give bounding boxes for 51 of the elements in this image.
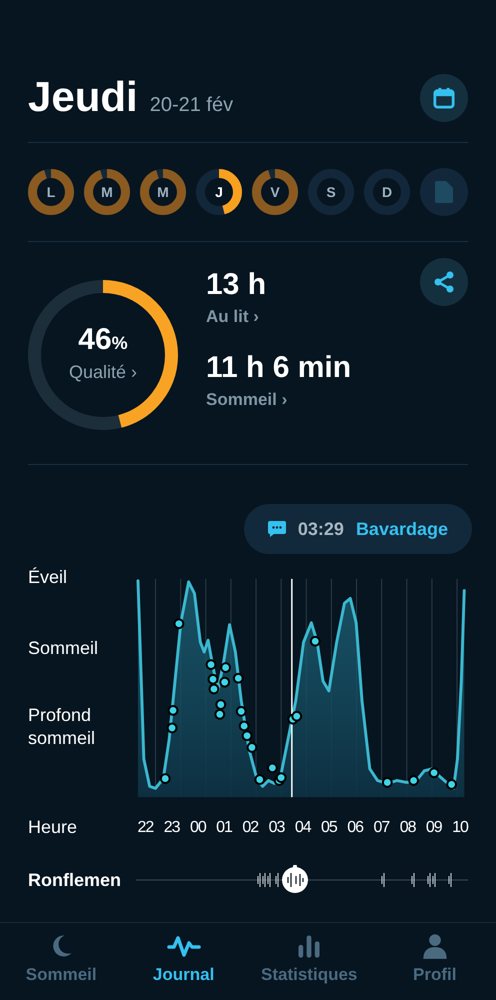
- calendar-button[interactable]: [420, 74, 468, 122]
- hour-label: 01: [216, 818, 232, 838]
- day-letter: J: [215, 182, 223, 202]
- stat-link[interactable]: Au lit ›: [206, 304, 420, 329]
- hour-label: 07: [373, 818, 390, 838]
- hour-label: 08: [400, 818, 416, 838]
- day-letter: V: [270, 182, 280, 202]
- snoring-label: Ronflemen: [28, 868, 122, 892]
- document-icon: [434, 180, 454, 204]
- chat-bubble-icon: [268, 521, 286, 537]
- stage-label: Sommeil: [28, 636, 100, 659]
- hour-label: 00: [190, 818, 206, 838]
- day-ring[interactable]: S: [308, 169, 354, 215]
- hour-label: 05: [321, 818, 337, 838]
- date-range: 20-21 fév: [150, 93, 234, 118]
- stage-label: Éveil: [28, 566, 68, 588]
- day-letter: L: [46, 182, 56, 202]
- nav-tab[interactable]: Journal: [138, 932, 229, 988]
- day-ring[interactable]: M: [140, 169, 186, 215]
- axis-title: Heure: [28, 816, 78, 839]
- stat-link[interactable]: Sommeil ›: [206, 386, 420, 412]
- day-letter: S: [326, 182, 336, 202]
- hour-label: 04: [294, 818, 311, 838]
- hour-label: 10: [452, 818, 468, 838]
- calendar-icon: [433, 87, 455, 109]
- hour-label: 23: [164, 818, 180, 838]
- stage-label: Profond sommeil: [28, 704, 96, 749]
- hour-label: 09: [426, 818, 442, 838]
- day-title: Jeudi: [28, 76, 138, 118]
- stat-value: 13 h: [206, 267, 268, 303]
- event-tooltip[interactable]: 03:29 Bavardage: [244, 504, 472, 554]
- share-button[interactable]: [420, 258, 468, 306]
- quality-link[interactable]: Qualité ›: [68, 358, 138, 386]
- stat-value: 11 h 6 min: [206, 350, 352, 386]
- share-icon: [432, 270, 456, 294]
- day-letter: M: [101, 182, 113, 202]
- day-letter: D: [382, 182, 392, 202]
- hour-label: 02: [242, 818, 258, 838]
- day-ring[interactable]: J: [196, 169, 242, 215]
- quality-percent: 46%: [78, 324, 128, 354]
- hour-label: 06: [347, 818, 364, 838]
- day-ring[interactable]: V: [252, 169, 298, 215]
- hour-label: 22: [138, 818, 154, 838]
- day-ring[interactable]: D: [364, 169, 410, 215]
- day-ring[interactable]: L: [28, 169, 74, 215]
- person-icon: [420, 932, 449, 960]
- day-ring[interactable]: M: [84, 169, 130, 215]
- hour-label: 03: [268, 818, 284, 838]
- event-label: Bavardage: [356, 518, 448, 541]
- day-letter: M: [157, 182, 169, 202]
- event-time: 03:29: [298, 518, 344, 540]
